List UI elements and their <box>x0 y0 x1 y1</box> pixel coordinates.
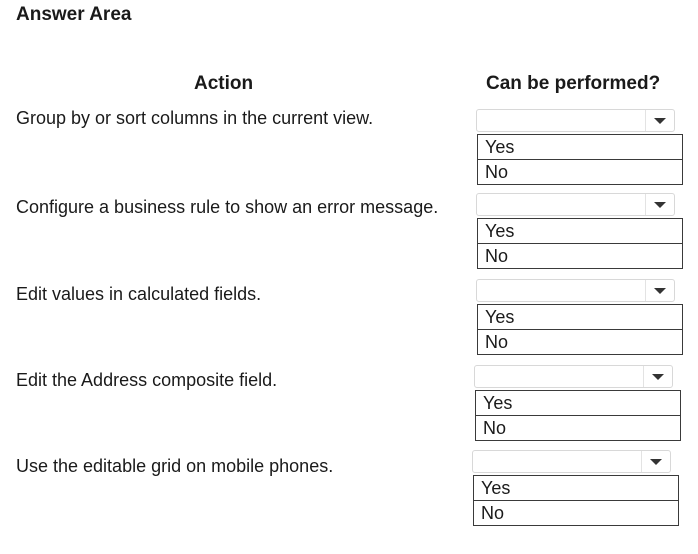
chevron-down-icon <box>645 280 674 301</box>
action-label-calculated-fields: Edit values in calculated fields. <box>16 284 262 304</box>
action-label-group-sort: Group by or sort columns in the current … <box>16 108 374 128</box>
answer-options-4: Yes No <box>475 390 681 441</box>
answer-dropdown-3[interactable] <box>476 279 675 302</box>
answer-options-5: Yes No <box>473 475 679 526</box>
option-yes[interactable]: Yes <box>474 476 678 500</box>
answer-options-1: Yes No <box>477 134 683 185</box>
option-no[interactable]: No <box>478 243 682 268</box>
answer-area-title: Answer Area <box>16 4 132 25</box>
chevron-down-icon <box>645 194 674 215</box>
action-label-editable-grid-mobile: Use the editable grid on mobile phones. <box>16 456 334 476</box>
answer-options-2: Yes No <box>477 218 683 269</box>
chevron-down-icon <box>641 451 670 472</box>
option-yes[interactable]: Yes <box>478 135 682 159</box>
action-label-address-composite: Edit the Address composite field. <box>16 370 278 390</box>
option-no[interactable]: No <box>476 415 680 440</box>
option-yes[interactable]: Yes <box>478 219 682 243</box>
option-no[interactable]: No <box>474 500 678 525</box>
chevron-down-icon <box>645 110 674 131</box>
option-yes[interactable]: Yes <box>476 391 680 415</box>
option-no[interactable]: No <box>478 159 682 184</box>
answer-dropdown-4[interactable] <box>474 365 673 388</box>
answer-dropdown-5[interactable] <box>472 450 671 473</box>
can-be-performed-column-header: Can be performed? <box>486 73 661 94</box>
answer-dropdown-1[interactable] <box>476 109 675 132</box>
action-column-header: Action <box>194 73 254 94</box>
answer-options-3: Yes No <box>477 304 683 355</box>
option-no[interactable]: No <box>478 329 682 354</box>
action-label-business-rule: Configure a business rule to show an err… <box>16 197 439 217</box>
chevron-down-icon <box>643 366 672 387</box>
answer-dropdown-2[interactable] <box>476 193 675 216</box>
option-yes[interactable]: Yes <box>478 305 682 329</box>
